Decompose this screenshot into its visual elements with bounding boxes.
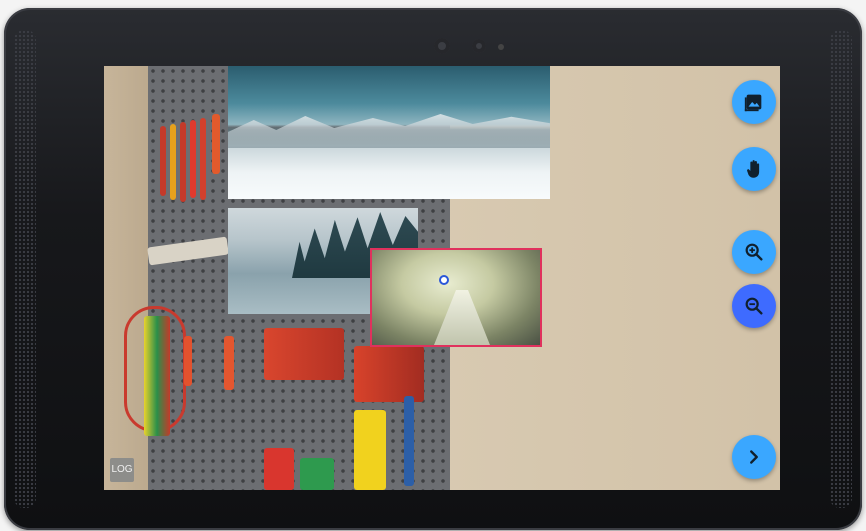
hand-icon: [747, 160, 760, 178]
right-speaker-grille: [830, 30, 852, 508]
pan-button[interactable]: [732, 147, 776, 191]
front-camera: [434, 38, 450, 54]
screwdriver: [180, 122, 186, 202]
ruler: [404, 396, 414, 486]
log-button[interactable]: LOG: [110, 458, 134, 482]
tool-case: [300, 458, 334, 490]
zoom-in-button[interactable]: [732, 230, 776, 274]
anchor-handle[interactable]: [439, 275, 449, 285]
photo-snow-mountains[interactable]: [228, 66, 550, 199]
test-leads: [144, 316, 170, 436]
screwdriver: [200, 118, 206, 200]
pliers: [354, 346, 424, 402]
plier-handle: [224, 336, 234, 390]
zoom-out-icon: [745, 297, 763, 315]
pliers: [264, 328, 344, 380]
add-image-button[interactable]: [732, 80, 776, 124]
next-button[interactable]: [732, 435, 776, 479]
depth-sensor: [472, 39, 486, 53]
zoom-out-button[interactable]: [732, 284, 776, 328]
multimeter: [354, 410, 386, 490]
tool-case: [264, 448, 294, 490]
screwdriver: [190, 120, 196, 198]
file: [184, 336, 192, 386]
screwdriver: [160, 126, 166, 196]
left-speaker-grille: [14, 30, 36, 508]
ambient-light-sensor: [498, 44, 504, 50]
screwdriver: [212, 114, 220, 174]
ar-camera-view[interactable]: LOG: [104, 66, 780, 490]
photo-snowy-forest-road[interactable]: [370, 248, 542, 347]
zoom-in-icon: [745, 243, 763, 261]
chevron-right-icon: [750, 450, 758, 464]
screwdriver: [170, 124, 176, 200]
image-icon: [744, 94, 762, 112]
